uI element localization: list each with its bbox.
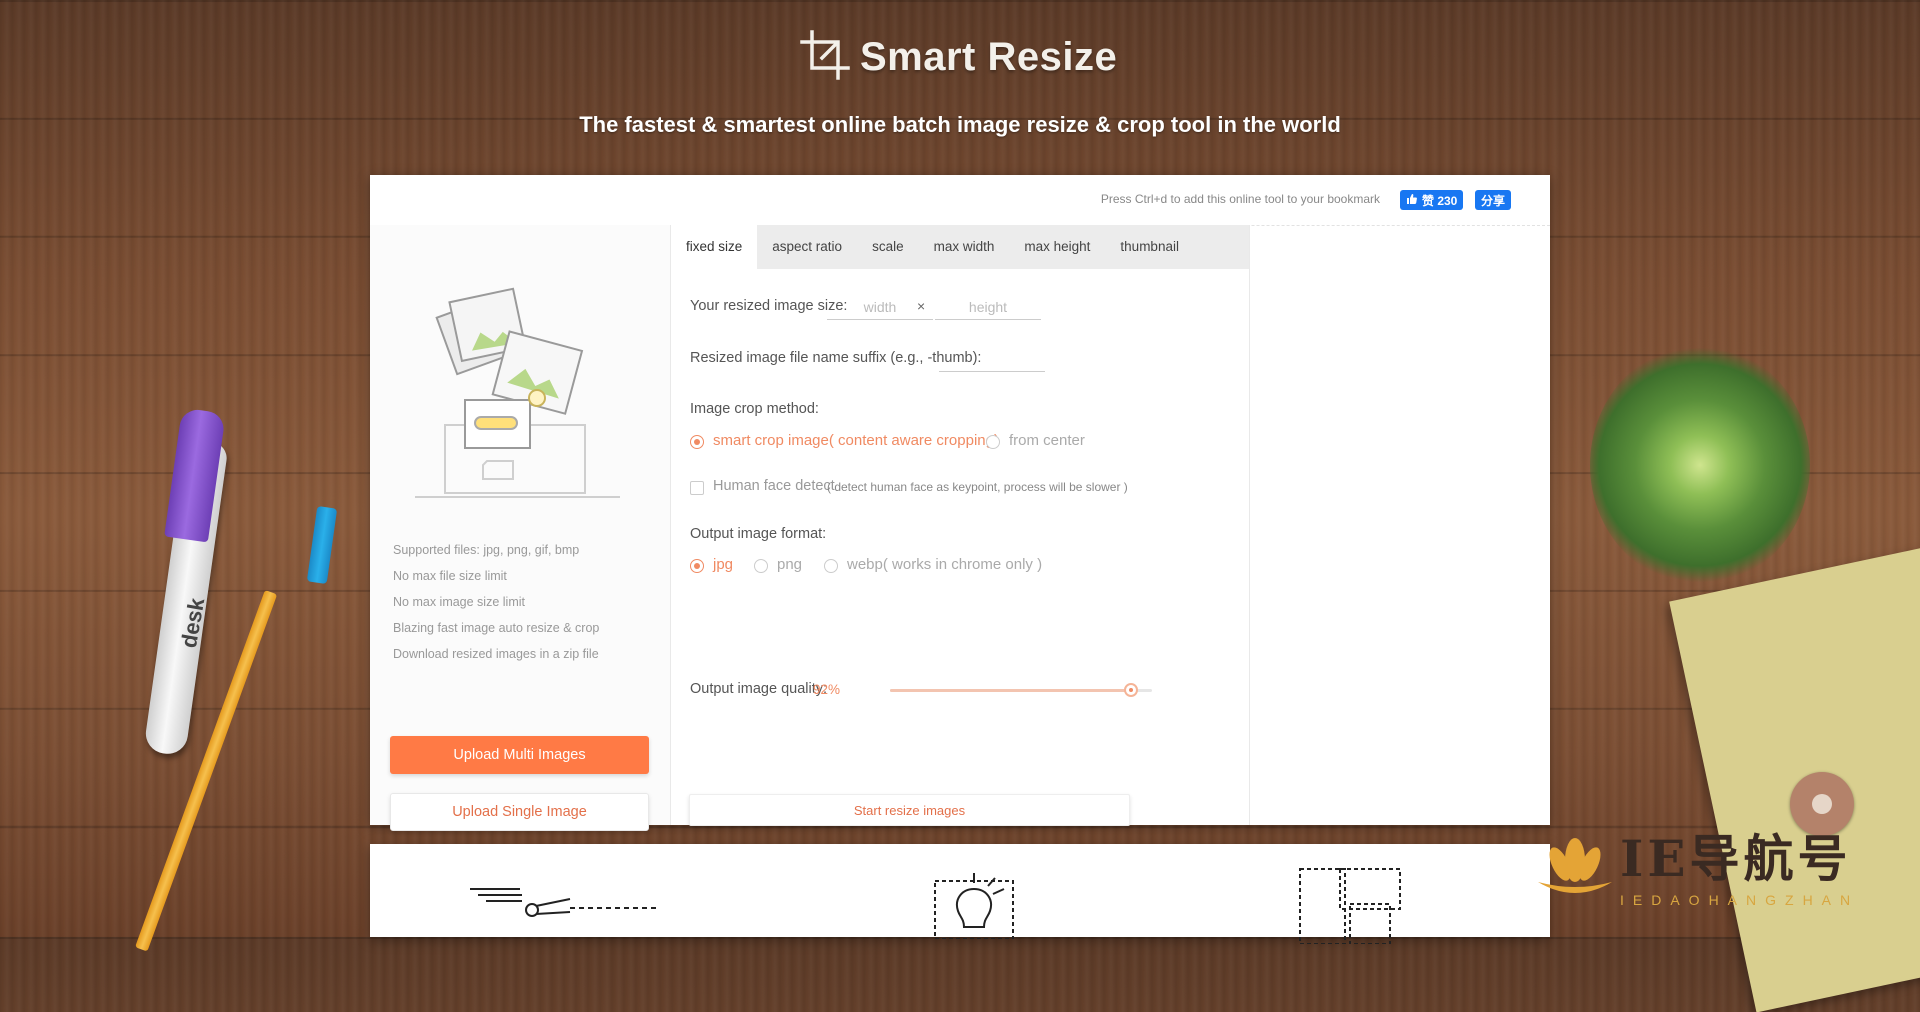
resize-tool-panel: Press Ctrl+d to add this online tool to … — [370, 175, 1550, 831]
resize-mode-tabs: fixed size aspect ratio scale max width … — [671, 225, 1249, 269]
upload-sidebar: Supported files: jpg, png, gif, bmp No m… — [370, 225, 671, 831]
lightbulb-icon — [900, 859, 1030, 944]
suffix-input[interactable] — [939, 347, 1045, 372]
facebook-like-label: 赞 230 — [1422, 193, 1458, 208]
bookmark-hint: Press Ctrl+d to add this online tool to … — [1100, 192, 1380, 206]
feature-item: No max file size limit — [393, 569, 507, 583]
crop-method-label: Image crop method: — [690, 401, 819, 417]
site-logo[interactable]: Smart Resize — [800, 30, 1117, 85]
envelope-button-center — [1812, 794, 1832, 814]
smart-crop-radio[interactable] — [690, 435, 704, 449]
flower-logo-icon — [1530, 830, 1620, 905]
blue-cap-decoration — [306, 505, 338, 585]
facebook-share-button[interactable]: 分享 — [1475, 190, 1512, 210]
envelope-decoration — [1669, 547, 1920, 1012]
format-jpg-label[interactable]: jpg — [713, 556, 733, 573]
resize-settings: fixed size aspect ratio scale max width … — [671, 225, 1250, 826]
tab-max-height[interactable]: max height — [1009, 225, 1105, 269]
fast-resize-icon — [470, 884, 670, 939]
tab-aspect-ratio[interactable]: aspect ratio — [757, 225, 857, 269]
format-png-radio[interactable] — [754, 559, 768, 573]
watermark-subtext: IEDAOHANGZHAN — [1620, 892, 1860, 908]
site-tagline: The fastest & smartest online batch imag… — [579, 112, 1341, 137]
feature-item: Download resized images in a zip file — [393, 647, 599, 661]
crop-layout-icon — [1290, 864, 1420, 949]
quality-value: 92% — [813, 682, 841, 697]
facebook-like-button[interactable]: 赞 230 — [1400, 190, 1464, 210]
feature-item: Blazing fast image auto resize & crop — [393, 621, 600, 635]
quality-slider[interactable] — [890, 683, 1152, 697]
format-png-label[interactable]: png — [777, 556, 802, 573]
height-input[interactable] — [935, 295, 1041, 320]
quality-label: Output image quality: — [690, 681, 828, 697]
tab-thumbnail[interactable]: thumbnail — [1105, 225, 1194, 269]
feature-item: No max image size limit — [393, 595, 525, 609]
output-format-label: Output image format: — [690, 526, 827, 542]
upload-illustration — [415, 275, 625, 505]
format-webp-radio[interactable] — [824, 559, 838, 573]
preview-area — [1250, 225, 1550, 825]
panel-topbar: Press Ctrl+d to add this online tool to … — [370, 175, 1550, 226]
face-detect-note: ( detect human face as keypoint, process… — [827, 480, 1128, 494]
from-center-radio[interactable] — [986, 435, 1000, 449]
format-webp-label[interactable]: webp( works in chrome only ) — [847, 556, 1042, 573]
site-watermark: IE导航号 IEDAOHANGZHAN — [1530, 829, 1852, 908]
watermark-text: IE导航号 — [1620, 829, 1852, 888]
quality-slider-handle[interactable] — [1124, 683, 1139, 697]
smart-crop-label[interactable]: smart crop image( content aware cropping… — [713, 432, 999, 449]
site-title: Smart Resize — [860, 35, 1118, 79]
face-detect-checkbox[interactable] — [690, 481, 704, 495]
quality-slider-fill — [890, 689, 1132, 692]
succulent-plant-decoration — [1590, 345, 1810, 585]
upload-multi-images-button[interactable]: Upload Multi Images — [390, 736, 649, 774]
upload-single-image-button[interactable]: Upload Single Image — [390, 793, 649, 831]
face-detect-label[interactable]: Human face detect — [713, 478, 835, 494]
start-resize-button[interactable]: Start resize images — [689, 794, 1130, 826]
feature-list: Supported files: jpg, png, gif, bmp No m… — [393, 537, 599, 667]
suffix-label: Resized image file name suffix (e.g., -t… — [690, 350, 982, 366]
tab-scale[interactable]: scale — [857, 225, 919, 269]
pencil-decoration — [135, 590, 278, 952]
tab-fixed-size[interactable]: fixed size — [671, 225, 758, 269]
features-strip — [370, 844, 1550, 945]
crop-icon — [800, 30, 850, 85]
facebook-share-label: 分享 — [1481, 193, 1506, 208]
from-center-label[interactable]: from center — [1009, 432, 1085, 449]
thumbs-up-icon — [1406, 193, 1418, 208]
feature-item: Supported files: jpg, png, gif, bmp — [393, 543, 580, 557]
times-sign: × — [917, 298, 926, 314]
tab-max-width[interactable]: max width — [919, 225, 1010, 269]
format-jpg-radio[interactable] — [690, 559, 704, 573]
image-size-label: Your resized image size: — [690, 298, 848, 314]
